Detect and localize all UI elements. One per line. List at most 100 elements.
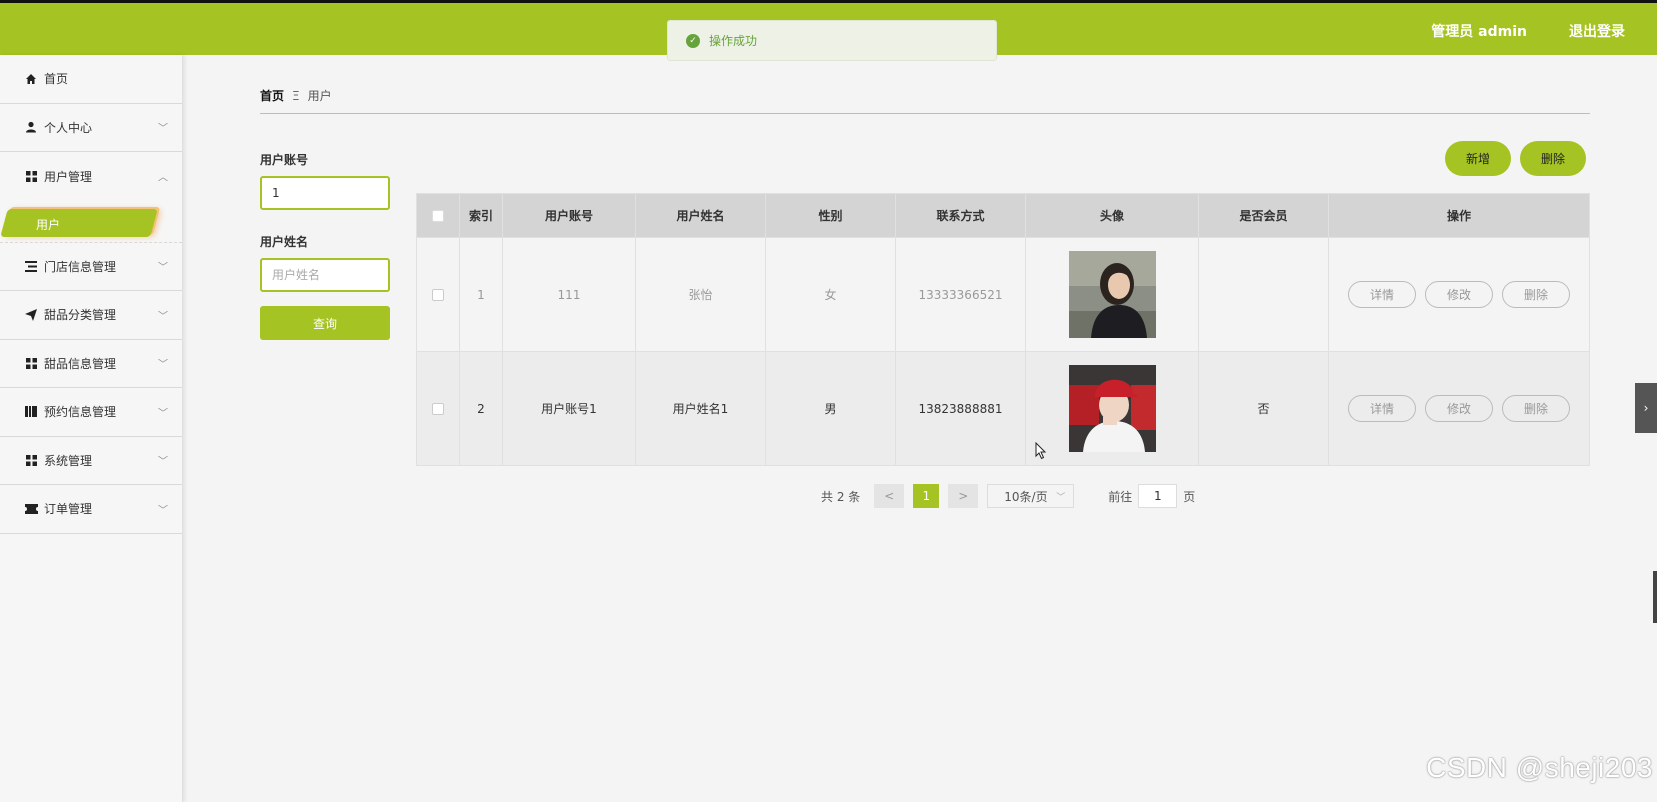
detail-button[interactable]: 详情: [1348, 281, 1416, 308]
cell-avatar: [1026, 352, 1199, 465]
sidebar-item-label: 甜品分类管理: [44, 308, 117, 323]
header-index: 索引: [460, 194, 503, 237]
row-checkbox[interactable]: [432, 288, 444, 301]
select-all-checkbox[interactable]: [432, 209, 444, 222]
side-panel-edge: [1653, 571, 1657, 623]
row-select-cell: [417, 352, 460, 465]
breadcrumb-divider: [260, 113, 1590, 114]
chevron-down-icon: ﹀: [158, 359, 168, 371]
row-delete-button[interactable]: 删除: [1502, 395, 1570, 422]
sidebar-item-store-info[interactable]: 门店信息管理 ﹀: [0, 243, 182, 291]
sidebar-item-home[interactable]: 首页: [0, 55, 182, 104]
sidebar-item-dessert-info[interactable]: 甜品信息管理 ﹀: [0, 340, 182, 388]
sidebar-item-personal-center[interactable]: 个人中心 ﹀: [0, 104, 182, 152]
row-checkbox[interactable]: [432, 402, 444, 415]
account-input[interactable]: [260, 176, 390, 210]
side-panel-toggle[interactable]: ›: [1635, 383, 1657, 433]
ticket-icon: [24, 503, 38, 514]
row-select-cell: [417, 238, 460, 351]
sidebar-item-label: 甜品信息管理: [44, 356, 117, 371]
sidebar-item-user-management[interactable]: 用户管理 ︿: [0, 152, 182, 201]
header-name: 用户姓名: [636, 194, 766, 237]
prev-page-button[interactable]: <: [874, 484, 905, 508]
grid-icon: [24, 357, 38, 369]
sidebar-item-label: 个人中心: [44, 120, 93, 135]
book-icon: [24, 406, 38, 418]
cell-phone: 13823888881: [896, 352, 1026, 465]
chevron-down-icon: ﹀: [158, 505, 168, 517]
breadcrumb-home[interactable]: 首页: [260, 87, 284, 104]
mouse-cursor-icon: [1035, 441, 1047, 463]
sidebar-item-dessert-category[interactable]: 甜品分类管理 ﹀: [0, 291, 182, 340]
edit-button[interactable]: 修改: [1425, 281, 1493, 308]
page-number-button[interactable]: 1: [913, 484, 940, 508]
pagination: 共 2 条 < 1 > 10条/页 ﹀ 前往 1 页: [821, 484, 1195, 508]
sidebar-item-label: 用户管理: [44, 169, 93, 184]
page-size-select[interactable]: 10条/页 ﹀: [987, 484, 1075, 508]
query-button[interactable]: 查询: [260, 306, 390, 340]
grid-icon: [24, 454, 38, 466]
cell-index: 1: [460, 238, 503, 351]
cell-account: 111: [503, 238, 636, 351]
pagination-total: 共 2 条: [821, 489, 861, 504]
sidebar: 首页 个人中心 ﹀ 用户管理 ︿ 用户 门店信息管理 ﹀ 甜品分类管理 ﹀ 甜品…: [0, 55, 183, 802]
delete-button[interactable]: 删除: [1520, 141, 1586, 176]
header-account: 用户账号: [503, 194, 636, 237]
chevron-up-icon: ︿: [158, 172, 168, 184]
page-suffix: 页: [1183, 489, 1196, 504]
header-actions: 操作: [1446, 209, 1471, 223]
cell-phone: 13333366521: [896, 238, 1026, 351]
detail-button[interactable]: 详情: [1348, 395, 1416, 422]
chevron-down-icon: ﹀: [158, 408, 168, 420]
sidebar-item-label: 系统管理: [44, 453, 93, 468]
table-header: 索引 用户账号 用户姓名 性别 联系方式 头像 是否会员 操作: [417, 194, 1589, 237]
edit-button[interactable]: 修改: [1425, 395, 1493, 422]
page-size-value: 10条/页: [1004, 489, 1048, 504]
sidebar-item-label: 首页: [44, 72, 69, 87]
chevron-down-icon: ﹀: [158, 123, 168, 135]
breadcrumb-current: 用户: [307, 89, 332, 103]
table-row: 2 用户账号1 用户姓名1 男 13823888881 否 详情 修改 删除: [417, 351, 1589, 465]
user-table: 索引 用户账号 用户姓名 性别 联系方式 头像 是否会员 操作 1 111 张怡…: [416, 193, 1590, 466]
goto-page-input[interactable]: 1: [1138, 484, 1178, 508]
send-icon: [24, 308, 38, 321]
breadcrumb-separator: Ξ: [292, 88, 300, 103]
header-member: 是否会员: [1199, 194, 1329, 237]
chevron-down-icon: ﹀: [158, 311, 168, 323]
cell-actions: 详情 修改 删除: [1329, 238, 1589, 351]
cell-index: 2: [460, 352, 503, 465]
grid-icon: [24, 170, 38, 182]
header-phone: 联系方式: [896, 194, 1026, 237]
row-delete-button[interactable]: 删除: [1502, 281, 1570, 308]
avatar: [1068, 251, 1156, 338]
sidebar-item-reservation[interactable]: 预约信息管理 ﹀: [0, 388, 182, 437]
sidebar-item-system[interactable]: 系统管理 ﹀: [0, 437, 182, 485]
name-input[interactable]: [260, 258, 390, 292]
cell-name: 用户姓名1: [636, 352, 766, 465]
toast-message: 操作成功: [709, 34, 758, 48]
next-page-button[interactable]: >: [948, 484, 979, 508]
watermark: CSDN @sheji203: [1426, 752, 1653, 783]
sidebar-subitem-user[interactable]: 用户: [0, 201, 182, 243]
name-label: 用户姓名: [260, 235, 309, 249]
logout-button[interactable]: 退出登录: [1569, 21, 1625, 41]
cell-avatar: [1026, 238, 1199, 351]
chevron-down-icon: ﹀: [1056, 492, 1066, 503]
sidebar-item-label: 门店信息管理: [44, 259, 117, 274]
table-actions: 新增 删除: [1445, 141, 1586, 176]
select-all-cell: [417, 194, 460, 237]
cell-member: [1199, 238, 1329, 351]
account-label: 用户账号: [260, 153, 309, 167]
check-circle-icon: ✓: [686, 33, 700, 48]
chevron-down-icon: ﹀: [158, 262, 168, 274]
header-avatar: 头像: [1026, 194, 1199, 237]
add-button[interactable]: 新增: [1445, 141, 1511, 176]
chevron-right-icon: ›: [1643, 401, 1649, 415]
list-icon: [24, 260, 38, 272]
cell-name: 张怡: [636, 238, 766, 351]
success-toast: ✓ 操作成功: [667, 20, 997, 61]
search-panel: 用户账号 用户姓名 查询: [260, 151, 390, 340]
sidebar-item-orders[interactable]: 订单管理 ﹀: [0, 485, 182, 534]
sidebar-item-label: 预约信息管理: [44, 405, 117, 420]
sidebar-subitem-label: 用户: [36, 217, 61, 232]
